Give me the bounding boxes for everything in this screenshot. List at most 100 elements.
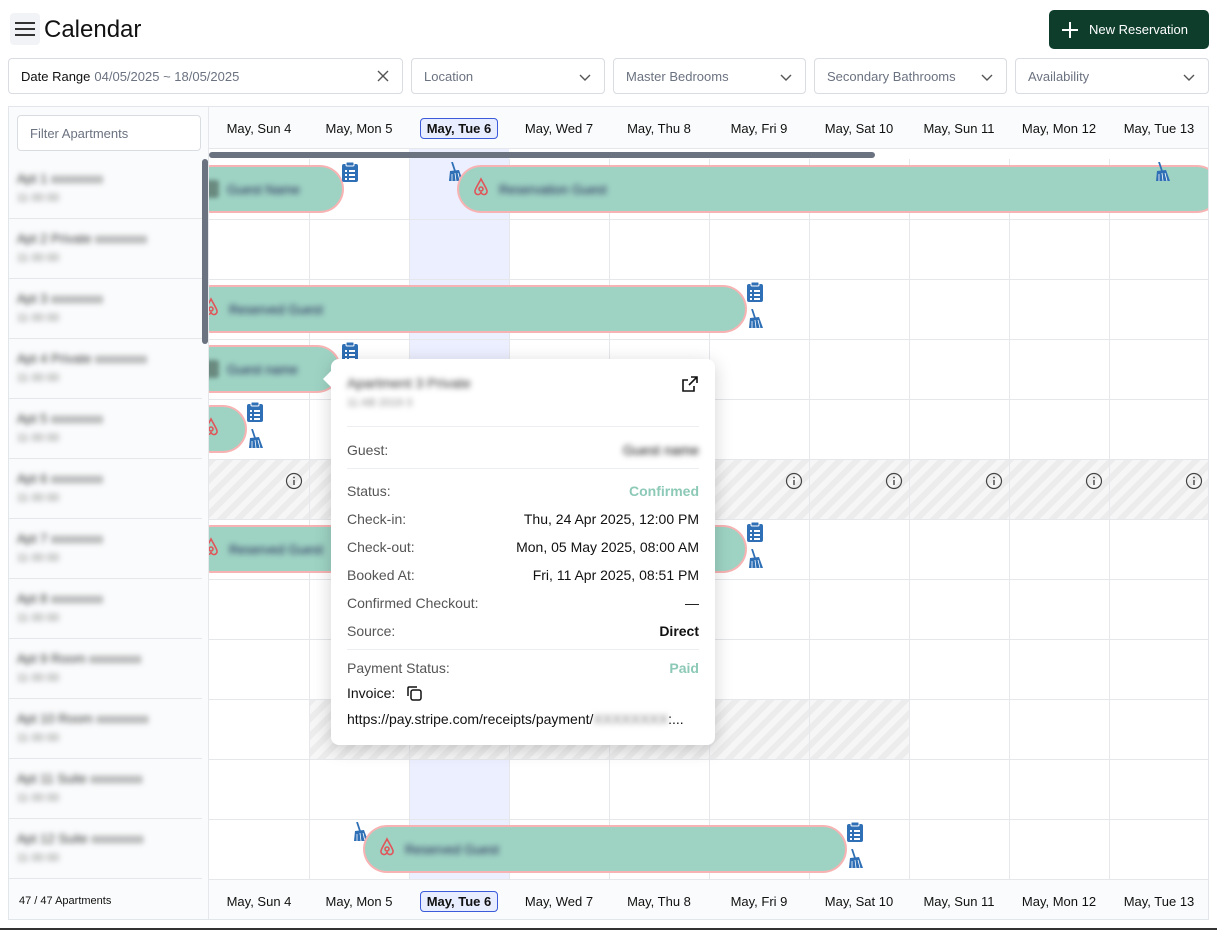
broom-icon[interactable] [847,848,865,874]
reservation-bar[interactable]: Guest name [189,347,339,391]
day-label: May, Sun 11 [923,893,995,909]
booked-at-label: Booked At: [347,567,415,583]
apartment-name: Apt 11 Suite xxxxxxxx [17,771,143,786]
apartment-id: 11 00 00 [17,612,60,624]
footer-day-2: May, Tue 6 [409,880,509,919]
availability-filter[interactable]: Availability [1015,58,1209,94]
footer-day-5: May, Fri 9 [709,880,809,919]
day-label: May, Tue 6 [419,890,499,912]
apartment-sidebar: Filter Apartments Apt 1 xxxxxxxx 11 00 00… [9,107,209,919]
reservation-bar[interactable]: Guest Name [189,167,342,211]
info-icon[interactable] [1085,472,1103,495]
apartment-row[interactable]: Apt 7 xxxxxxxx 11 00 00 [9,519,202,579]
divider [347,426,699,427]
invoice-row: Invoice: [347,683,699,703]
header-day-3: May, Wed 7 [509,107,609,149]
popover-apartment-id: 11 AB 2019 3 [347,397,413,409]
info-icon[interactable] [885,472,903,495]
menu-icon[interactable] [10,13,40,45]
apartment-row[interactable]: Apt 5 xxxxxxxx 11 00 00 [9,399,202,459]
apartment-row[interactable]: Apt 4 Private xxxxxxxx 11 00 00 [9,339,202,399]
reservation-bar[interactable]: Reserved Guest [365,827,845,871]
header-day-8: May, Mon 12 [1009,107,1109,149]
apartment-row[interactable]: Apt 6 xxxxxxxx 11 00 00 [9,459,202,519]
apartment-id: 11 00 00 [17,792,60,804]
day-label: May, Thu 8 [627,893,691,909]
day-label: May, Tue 13 [1123,893,1195,909]
broom-icon[interactable] [1154,161,1172,187]
horizontal-scrollbar[interactable] [209,152,875,158]
clipboard-icon[interactable] [846,821,864,847]
footer-day-0: May, Sun 4 [209,880,309,919]
info-icon[interactable] [285,472,303,495]
apartment-name: Apt 8 xxxxxxxx [17,591,103,606]
secondary-bathrooms-filter[interactable]: Secondary Bathrooms [814,58,1007,94]
clipboard-icon[interactable] [746,281,764,307]
apartment-row[interactable]: Apt 12 Suite xxxxxxxx 11 00 00 [9,819,202,879]
apartment-row[interactable]: Apt 3 xxxxxxxx 11 00 00 [9,279,202,339]
chevron-down-icon [579,74,591,81]
info-icon[interactable] [785,472,803,495]
filter-apartments-placeholder: Filter Apartments [30,125,129,141]
clipboard-icon[interactable] [341,161,359,187]
broom-icon[interactable] [247,428,265,454]
footer-day-9: May, Tue 13 [1109,880,1208,919]
availability-label: Availability [1028,68,1090,84]
reservation-bar[interactable]: Reservation Guest [459,167,1208,211]
external-link-icon[interactable] [681,375,699,393]
day-label: May, Fri 9 [730,893,788,909]
clipboard-icon[interactable] [246,401,264,427]
vertical-scrollbar[interactable] [202,159,208,344]
apartment-id: 11 00 00 [17,732,60,744]
invoice-link[interactable]: https://pay.stripe.com/receipts/payment/… [347,711,684,727]
apartment-id: 11 00 00 [17,672,60,684]
payment-status-label: Payment Status: [347,660,450,676]
airbnb-icon [377,836,397,862]
chevron-down-icon [780,74,792,81]
day-label: May, Wed 7 [524,893,594,909]
footer-day-1: May, Mon 5 [309,880,409,919]
checkout-row: Check-out: Mon, 05 May 2025, 08:00 AM [347,537,699,557]
location-filter[interactable]: Location [411,58,605,94]
apartment-id: 11 00 00 [17,852,60,864]
location-label: Location [424,68,474,84]
apartment-row[interactable]: Apt 9 Room xxxxxxxx 11 00 00 [9,639,202,699]
apartment-count: 47 / 47 Apartments [19,895,112,907]
footer-day-8: May, Mon 12 [1009,880,1109,919]
apartment-name: Apt 10 Room xxxxxxxx [17,711,149,726]
confirmed-checkout-value: — [685,595,699,611]
reservation-guest-name: Reserved Guest [229,301,323,317]
reservation-bar[interactable]: Reserved Guest [189,287,745,331]
date-range-filter[interactable]: Date Range 04/05/2025 ~ 18/05/2025 [8,58,403,94]
apartment-name: Apt 12 Suite xxxxxxxx [17,831,144,846]
apartment-name: Apt 1 xxxxxxxx [17,171,103,186]
info-icon[interactable] [985,472,1003,495]
apartment-id: 11 00 00 [17,552,60,564]
apartment-name: Apt 4 Private xxxxxxxx [17,351,148,366]
source-label: Source: [347,623,396,639]
new-reservation-label: New Reservation [1089,22,1188,37]
new-reservation-button[interactable]: New Reservation [1049,10,1209,49]
apartment-row[interactable]: Apt 8 xxxxxxxx 11 00 00 [9,579,202,639]
grid-line [209,339,1208,340]
reservation-guest-name: Reserved Guest [405,841,499,857]
apartment-id: 11 00 00 [17,312,60,324]
booked-at-value: Fri, 11 Apr 2025, 08:51 PM [532,567,699,583]
apartment-row[interactable]: Apt 10 Room xxxxxxxx 11 00 00 [9,699,202,759]
chevron-down-icon [981,74,993,81]
apartment-row[interactable]: Apt 2 Private xxxxxxxx 11 00 00 [9,219,202,279]
day-label: May, Sun 4 [226,893,292,909]
plus-icon [1062,21,1078,38]
info-icon[interactable] [1185,472,1203,495]
apartment-row[interactable]: Apt 11 Suite xxxxxxxx 11 00 00 [9,759,202,819]
apartment-row[interactable]: Apt 1 xxxxxxxx 11 00 00 [9,159,202,219]
master-bedrooms-filter[interactable]: Master Bedrooms [613,58,806,94]
clipboard-icon[interactable] [746,521,764,547]
copy-icon[interactable] [405,684,423,702]
footer-day-7: May, Sun 11 [909,880,1009,919]
filter-apartments-input[interactable]: Filter Apartments [17,115,201,151]
broom-icon[interactable] [747,548,765,574]
booked-at-row: Booked At: Fri, 11 Apr 2025, 08:51 PM [347,565,699,585]
broom-icon[interactable] [747,308,765,334]
clear-icon[interactable] [376,69,390,83]
